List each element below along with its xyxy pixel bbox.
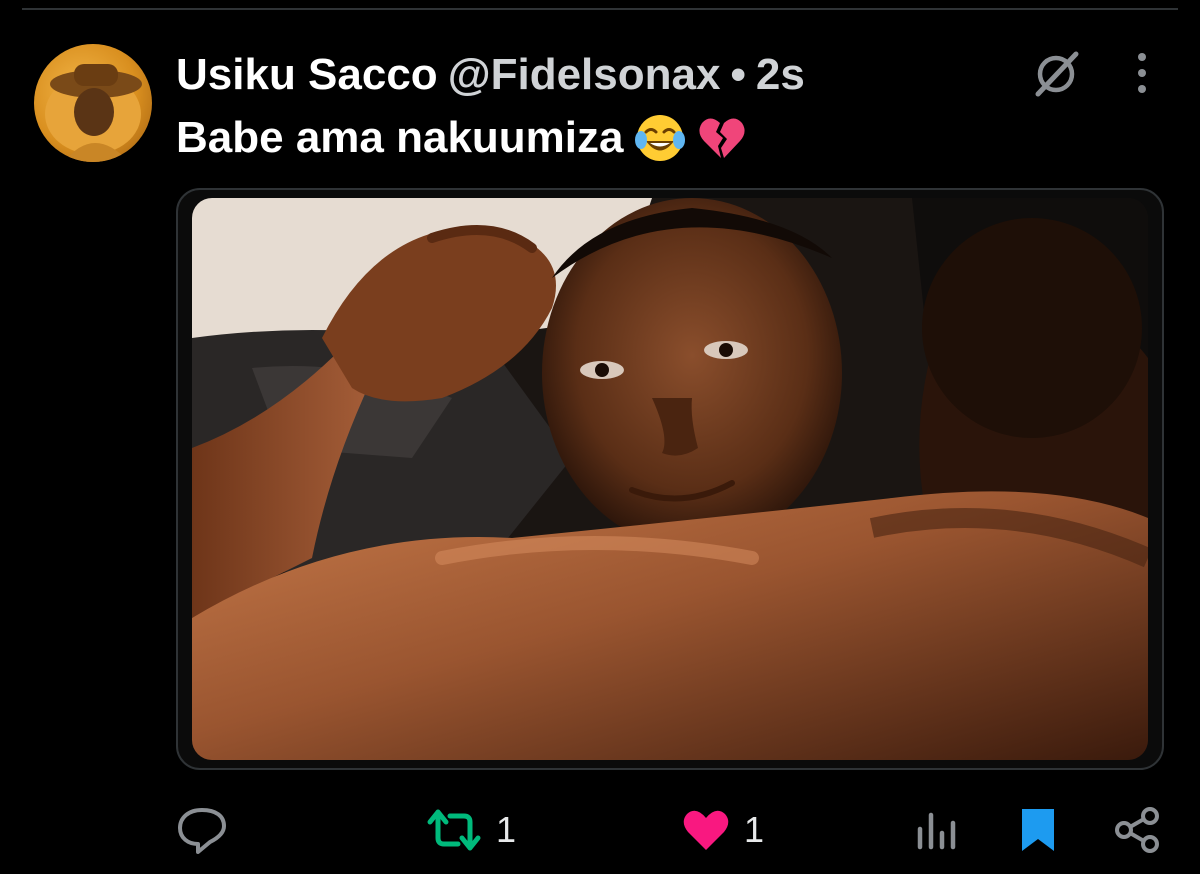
post-text-row: Babe ama nakuumiza — [176, 110, 748, 166]
avatar[interactable] — [34, 44, 152, 162]
user-handle[interactable]: @Fidelsonax — [448, 48, 721, 102]
bookmark-button[interactable] — [1018, 800, 1058, 860]
post-photo[interactable] — [192, 198, 1148, 760]
repost-button[interactable]: 1 — [426, 800, 516, 860]
post-actions: 1 1 — [0, 800, 1200, 860]
grok-button[interactable] — [1028, 46, 1084, 102]
repost-icon — [427, 809, 481, 851]
repost-count: 1 — [496, 809, 517, 850]
top-divider — [22, 8, 1178, 10]
photo-image — [192, 198, 1148, 760]
like-button[interactable]: 1 — [682, 800, 764, 860]
display-name[interactable]: Usiku Sacco — [176, 48, 438, 102]
post-text: Babe ama nakuumiza — [176, 113, 624, 162]
more-vertical-icon — [1138, 53, 1146, 93]
post-header: Usiku Sacco @Fidelsonax • 2s — [176, 48, 805, 102]
reply-icon — [178, 808, 226, 854]
grok-icon — [1035, 51, 1079, 97]
face-with-tears-of-joy-emoji-icon — [634, 112, 686, 164]
post-time[interactable]: 2s — [756, 48, 805, 102]
heart-icon — [683, 810, 729, 850]
reply-button[interactable] — [176, 800, 242, 860]
broken-heart-emoji-icon — [696, 112, 748, 164]
views-icon — [917, 812, 956, 850]
bookmark-icon — [1022, 809, 1054, 851]
avatar-image — [45, 64, 142, 162]
share-button[interactable] — [1114, 800, 1162, 860]
views-button[interactable] — [914, 800, 960, 860]
more-options-button[interactable] — [1120, 48, 1164, 98]
share-icon — [1115, 807, 1159, 853]
like-count: 1 — [744, 809, 765, 850]
separator-dot: • — [730, 50, 746, 99]
